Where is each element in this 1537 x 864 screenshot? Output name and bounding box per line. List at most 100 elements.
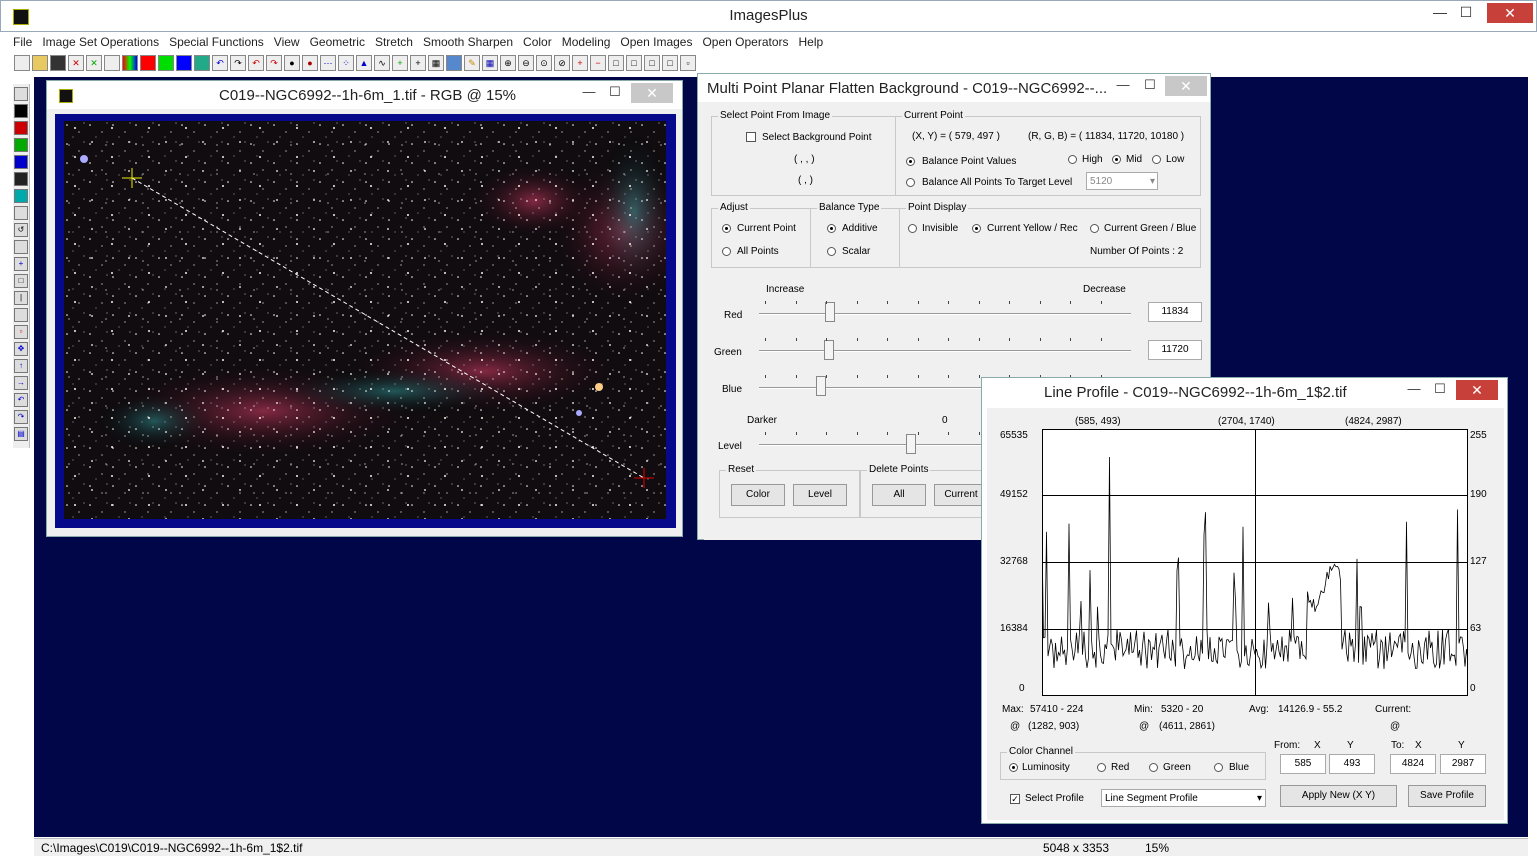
grid-icon[interactable] xyxy=(194,55,210,71)
zoom-fit-icon[interactable]: ⊙ xyxy=(536,55,552,71)
delete-current-button[interactable]: Current xyxy=(934,484,988,506)
curve-icon[interactable]: ∿ xyxy=(374,55,390,71)
menu-open-images[interactable]: Open Images xyxy=(615,33,697,51)
window-4-icon[interactable]: □ xyxy=(662,55,678,71)
green-channel-radio[interactable] xyxy=(1149,763,1158,772)
select-profile-checkbox[interactable]: ✓ xyxy=(1010,794,1020,804)
minimize-button[interactable]: — xyxy=(1426,3,1454,23)
window-5-icon[interactable]: ▫ xyxy=(680,55,696,71)
select-icon[interactable]: ▦ xyxy=(428,55,444,71)
window-3-icon[interactable]: □ xyxy=(644,55,660,71)
red-tool-icon[interactable] xyxy=(14,121,28,135)
level-slider-thumb[interactable] xyxy=(906,434,916,454)
redo-icon[interactable]: ↷ xyxy=(230,55,246,71)
delete-all-button[interactable]: All xyxy=(872,484,926,506)
line-profile-close-button[interactable]: ✕ xyxy=(1456,380,1498,400)
zoom-out-icon[interactable]: ⊖ xyxy=(518,55,534,71)
image-window-minimize-button[interactable]: — xyxy=(577,83,601,103)
image-window-maximize-button[interactable]: ☐ xyxy=(603,83,627,103)
red-slider-thumb[interactable] xyxy=(825,302,835,322)
undo-tool-icon[interactable]: ↶ xyxy=(14,393,28,407)
blue-slider-thumb[interactable] xyxy=(816,376,826,396)
flatten-window-close-button[interactable]: ✕ xyxy=(1165,76,1207,96)
menu-view[interactable]: View xyxy=(269,33,305,51)
zoom-in-icon[interactable]: ⊕ xyxy=(500,55,516,71)
current-point-radio[interactable] xyxy=(722,224,731,233)
menu-smooth-sharpen[interactable]: Smooth Sharpen xyxy=(418,33,518,51)
line-profile-plot[interactable] xyxy=(1042,429,1468,696)
undo-icon[interactable]: ↶ xyxy=(212,55,228,71)
invert-tool-icon[interactable] xyxy=(14,206,28,220)
flatten-window-minimize-button[interactable]: — xyxy=(1111,76,1135,96)
nebula-image[interactable] xyxy=(64,121,666,519)
new-icon[interactable] xyxy=(14,55,30,71)
current-green-blue-radio[interactable] xyxy=(1090,224,1099,233)
mono-tool-icon[interactable] xyxy=(14,172,28,186)
circle-red-icon[interactable]: ● xyxy=(302,55,318,71)
black-tool-icon[interactable] xyxy=(14,104,28,118)
copy-icon[interactable] xyxy=(104,55,120,71)
window-1-icon[interactable]: □ xyxy=(608,55,624,71)
menu-color[interactable]: Color xyxy=(518,33,557,51)
menu-special-functions[interactable]: Special Functions xyxy=(164,33,269,51)
from-x-field[interactable]: 585 xyxy=(1280,754,1326,774)
to-x-field[interactable]: 4824 xyxy=(1390,754,1436,774)
menu-geometric[interactable]: Geometric xyxy=(305,33,370,51)
profile-type-select[interactable]: Line Segment Profile ▾ xyxy=(1101,789,1266,807)
gradient-tool-icon[interactable] xyxy=(14,240,28,254)
scalar-radio[interactable] xyxy=(827,247,836,256)
green-channel-icon[interactable] xyxy=(158,55,174,71)
mid-radio[interactable] xyxy=(1112,155,1121,164)
green-value-field[interactable]: 11720 xyxy=(1148,340,1202,360)
red-value-field[interactable]: 11834 xyxy=(1148,302,1202,322)
menu-image-set-operations[interactable]: Image Set Operations xyxy=(37,33,164,51)
apply-new-xy-button[interactable]: Apply New (X Y) xyxy=(1280,785,1397,807)
maximize-button[interactable]: ☐ xyxy=(1452,3,1480,23)
line-profile-minimize-button[interactable]: — xyxy=(1402,380,1426,400)
luminosity-radio[interactable] xyxy=(1009,763,1018,772)
close-button[interactable]: ✕ xyxy=(1487,3,1533,23)
flatten-window-maximize-button[interactable]: ☐ xyxy=(1138,76,1162,96)
red-channel-radio[interactable] xyxy=(1097,763,1106,772)
pencil-icon[interactable]: ✎ xyxy=(464,55,480,71)
page-tool-icon[interactable]: ▤ xyxy=(14,427,28,441)
select-tool-icon[interactable]: ▫ xyxy=(14,325,28,339)
plus-tool-icon[interactable]: + xyxy=(14,257,28,271)
rotate-tool-icon[interactable]: ↺ xyxy=(14,223,28,237)
crosshair-green-icon[interactable]: + xyxy=(392,55,408,71)
zoom-actual-icon[interactable]: ⊘ xyxy=(554,55,570,71)
table-icon[interactable]: ▦ xyxy=(482,55,498,71)
blue-tool-icon[interactable] xyxy=(14,155,28,169)
current-yellow-red-radio[interactable] xyxy=(972,224,981,233)
points-icon[interactable]: ⁘ xyxy=(338,55,354,71)
open-icon[interactable] xyxy=(32,55,48,71)
line-profile-maximize-button[interactable]: ☐ xyxy=(1428,380,1452,400)
save-profile-button[interactable]: Save Profile xyxy=(1408,785,1486,807)
window-2-icon[interactable]: □ xyxy=(626,55,642,71)
green-slider[interactable] xyxy=(759,350,1131,352)
high-radio[interactable] xyxy=(1068,155,1077,164)
rgb-icon[interactable] xyxy=(122,55,138,71)
balance-all-points-radio[interactable] xyxy=(906,178,915,187)
black-bar-tool-icon[interactable] xyxy=(14,308,28,322)
redo-tool-icon[interactable]: ↷ xyxy=(14,410,28,424)
blue-channel-icon[interactable] xyxy=(176,55,192,71)
reset-level-button[interactable]: Level xyxy=(793,484,847,506)
to-y-field[interactable]: 2987 xyxy=(1440,754,1486,774)
from-y-field[interactable]: 493 xyxy=(1329,754,1375,774)
red-slider[interactable] xyxy=(759,313,1131,315)
blue-channel-radio[interactable] xyxy=(1214,763,1223,772)
image-icon[interactable] xyxy=(446,55,462,71)
green-tool-icon[interactable] xyxy=(14,138,28,152)
menu-help[interactable]: Help xyxy=(794,33,829,51)
frame-tool-icon[interactable]: □ xyxy=(14,274,28,288)
move-tool-icon[interactable]: ✥ xyxy=(14,342,28,356)
image-window-close-button[interactable]: ✕ xyxy=(631,83,673,103)
low-radio[interactable] xyxy=(1152,155,1161,164)
menu-open-operators[interactable]: Open Operators xyxy=(697,33,793,51)
save-tool-icon[interactable] xyxy=(14,87,28,101)
right-tool-icon[interactable]: → xyxy=(14,376,28,390)
undo-all-icon[interactable]: ↶ xyxy=(248,55,264,71)
reset-color-button[interactable]: Color xyxy=(731,484,785,506)
color-tool-icon[interactable] xyxy=(14,189,28,203)
